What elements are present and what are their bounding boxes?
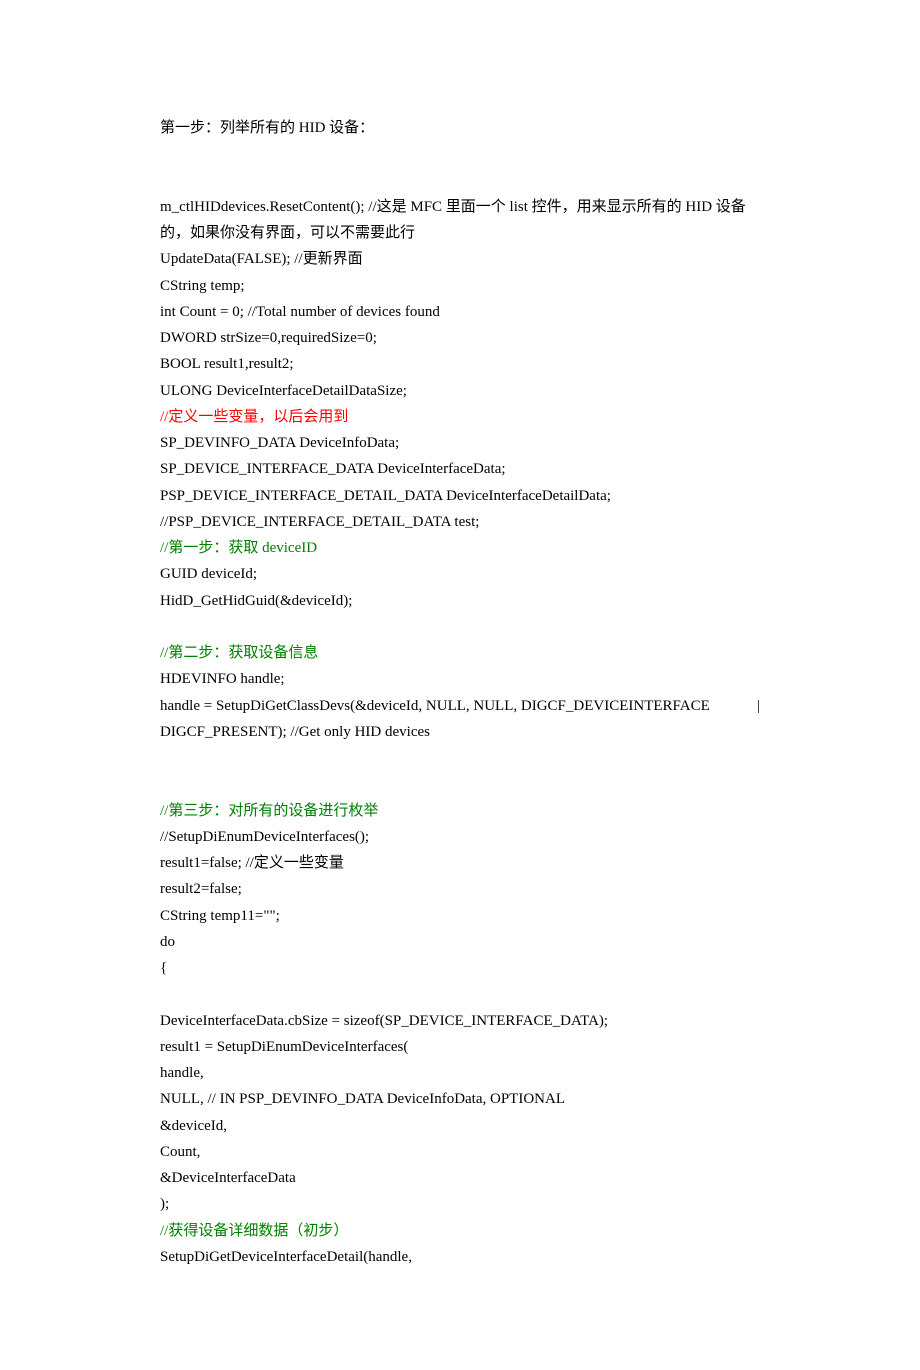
code-line: HidD_GetHidGuid(&deviceId); (160, 588, 760, 614)
code-line: 第一步：列举所有的 HID 设备： (160, 115, 760, 141)
code-line: SP_DEVINFO_DATA DeviceInfoData; (160, 430, 760, 456)
code-line: SetupDiGetDeviceInterfaceDetail(handle, (160, 1244, 760, 1270)
code-line: GUID deviceId; (160, 561, 760, 587)
code-line: //第一步：获取 deviceID (160, 535, 760, 561)
code-line: handle = SetupDiGetClassDevs(&deviceId, … (160, 693, 760, 719)
code-line: { (160, 955, 760, 981)
code-line: //第三步：对所有的设备进行枚举 (160, 798, 760, 824)
code-line: result1 = SetupDiEnumDeviceInterfaces( (160, 1034, 760, 1060)
code-line: PSP_DEVICE_INTERFACE_DETAIL_DATA DeviceI… (160, 483, 760, 509)
code-line: NULL, // IN PSP_DEVINFO_DATA DeviceInfoD… (160, 1086, 760, 1112)
code-line: do (160, 929, 760, 955)
blank-line (160, 771, 760, 797)
blank-line (160, 981, 760, 1007)
code-line: DWORD strSize=0,requiredSize=0; (160, 325, 760, 351)
code-line: //获得设备详细数据（初步） (160, 1218, 760, 1244)
code-text-left: m_ctlHIDdevices.ResetContent(); //这是 MFC… (160, 194, 746, 220)
code-line: ); (160, 1191, 760, 1217)
code-line: int Count = 0; //Total number of devices… (160, 299, 760, 325)
code-line: //PSP_DEVICE_INTERFACE_DETAIL_DATA test; (160, 509, 760, 535)
code-line: m_ctlHIDdevices.ResetContent(); //这是 MFC… (160, 194, 760, 220)
code-line: &DeviceInterfaceData (160, 1165, 760, 1191)
code-line: DeviceInterfaceData.cbSize = sizeof(SP_D… (160, 1008, 760, 1034)
code-line: Count, (160, 1139, 760, 1165)
code-line: //定义一些变量，以后会用到 (160, 404, 760, 430)
blank-line (160, 614, 760, 640)
code-line: SP_DEVICE_INTERFACE_DATA DeviceInterface… (160, 456, 760, 482)
code-line: HDEVINFO handle; (160, 666, 760, 692)
code-line: BOOL result1,result2; (160, 351, 760, 377)
code-text-left: handle = SetupDiGetClassDevs(&deviceId, … (160, 693, 710, 719)
code-line: result2=false; (160, 876, 760, 902)
code-line: result1=false; //定义一些变量 (160, 850, 760, 876)
blank-line (160, 745, 760, 771)
blank-line (160, 141, 760, 167)
code-line: handle, (160, 1060, 760, 1086)
blank-line (160, 168, 760, 194)
code-line: ULONG DeviceInterfaceDetailDataSize; (160, 378, 760, 404)
code-line: CString temp11=""; (160, 903, 760, 929)
code-line: DIGCF_PRESENT); //Get only HID devices (160, 719, 760, 745)
code-line: &deviceId, (160, 1113, 760, 1139)
code-line: //SetupDiEnumDeviceInterfaces(); (160, 824, 760, 850)
code-text-right: | (757, 693, 760, 719)
code-line: CString temp; (160, 273, 760, 299)
code-line: 的，如果你没有界面，可以不需要此行 (160, 220, 760, 246)
document-page: 第一步：列举所有的 HID 设备： m_ctlHIDdevices.ResetCo… (0, 0, 920, 1370)
code-line: UpdateData(FALSE); //更新界面 (160, 246, 760, 272)
code-line: //第二步：获取设备信息 (160, 640, 760, 666)
